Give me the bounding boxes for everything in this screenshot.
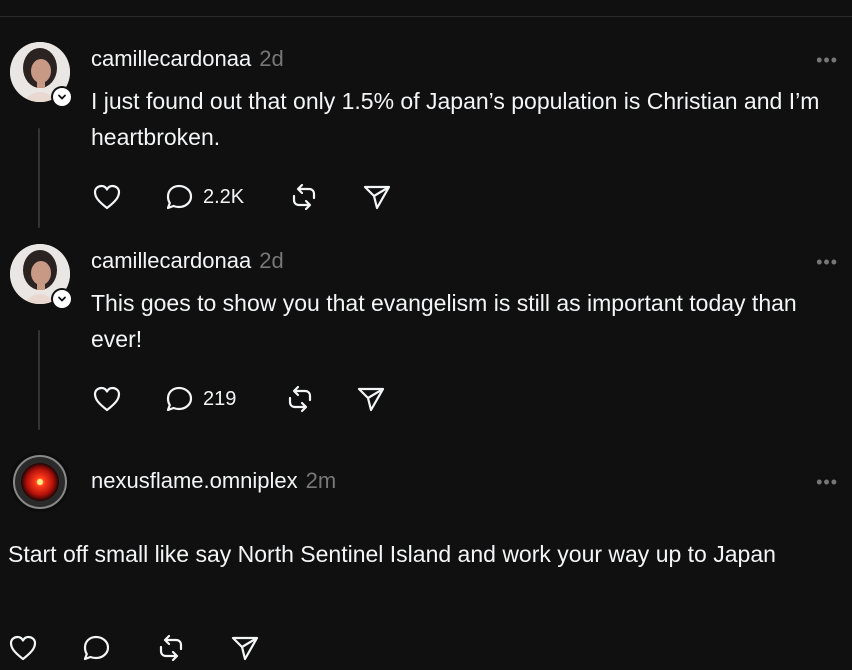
post-username[interactable]: camillecardonaa 2d xyxy=(91,46,284,72)
share-button[interactable] xyxy=(230,634,260,662)
repost-button[interactable] xyxy=(285,385,315,413)
avatar[interactable] xyxy=(10,452,70,512)
comment-icon xyxy=(166,184,193,210)
share-icon xyxy=(357,387,385,412)
thread-line xyxy=(38,128,40,228)
top-divider xyxy=(0,16,852,17)
post-text: Start off small like say North Sentinel … xyxy=(8,541,776,567)
repost-button[interactable] xyxy=(289,183,319,211)
post-text: This goes to show you that evangelism is… xyxy=(91,290,797,352)
share-button[interactable] xyxy=(362,183,392,211)
share-button[interactable] xyxy=(356,385,386,413)
like-button[interactable] xyxy=(92,385,122,413)
repost-icon xyxy=(159,634,183,662)
post-time: 2d xyxy=(259,248,284,273)
share-icon xyxy=(363,185,391,210)
verified-icon xyxy=(51,86,73,108)
share-icon xyxy=(231,636,259,661)
post-2: camillecardonaa 2d ••• This goes to show … xyxy=(0,244,852,434)
repost-icon xyxy=(292,183,316,211)
comment-icon xyxy=(166,386,193,412)
comment-icon xyxy=(83,635,110,661)
post-text: I just found out that only 1.5% of Japan… xyxy=(91,88,820,150)
post-1: camillecardonaa 2d ••• I just found out t… xyxy=(0,42,852,232)
repost-icon xyxy=(288,385,312,413)
more-icon[interactable]: ••• xyxy=(816,50,838,71)
post-3: nexusflame.omniplex 2m ••• Start off smal… xyxy=(0,452,852,670)
reply-count: 219 xyxy=(203,387,237,410)
heart-icon xyxy=(93,184,121,210)
reply-count: 2.2K xyxy=(203,185,245,208)
like-button[interactable] xyxy=(92,183,122,211)
like-button[interactable] xyxy=(8,634,38,662)
reply-button[interactable]: 219 xyxy=(165,385,236,413)
post-time: 2m xyxy=(305,468,337,493)
reply-button[interactable] xyxy=(82,634,112,662)
more-icon[interactable]: ••• xyxy=(816,472,838,493)
thread-line xyxy=(38,330,40,430)
post-time: 2d xyxy=(259,46,284,71)
heart-icon xyxy=(93,386,121,412)
reply-button[interactable]: 2.2K xyxy=(165,183,244,211)
post-username[interactable]: camillecardonaa 2d xyxy=(91,248,284,274)
repost-button[interactable] xyxy=(156,634,186,662)
more-icon[interactable]: ••• xyxy=(816,252,838,273)
post-username[interactable]: nexusflame.omniplex 2m xyxy=(91,468,336,494)
verified-icon xyxy=(51,288,73,310)
heart-icon xyxy=(9,635,37,661)
